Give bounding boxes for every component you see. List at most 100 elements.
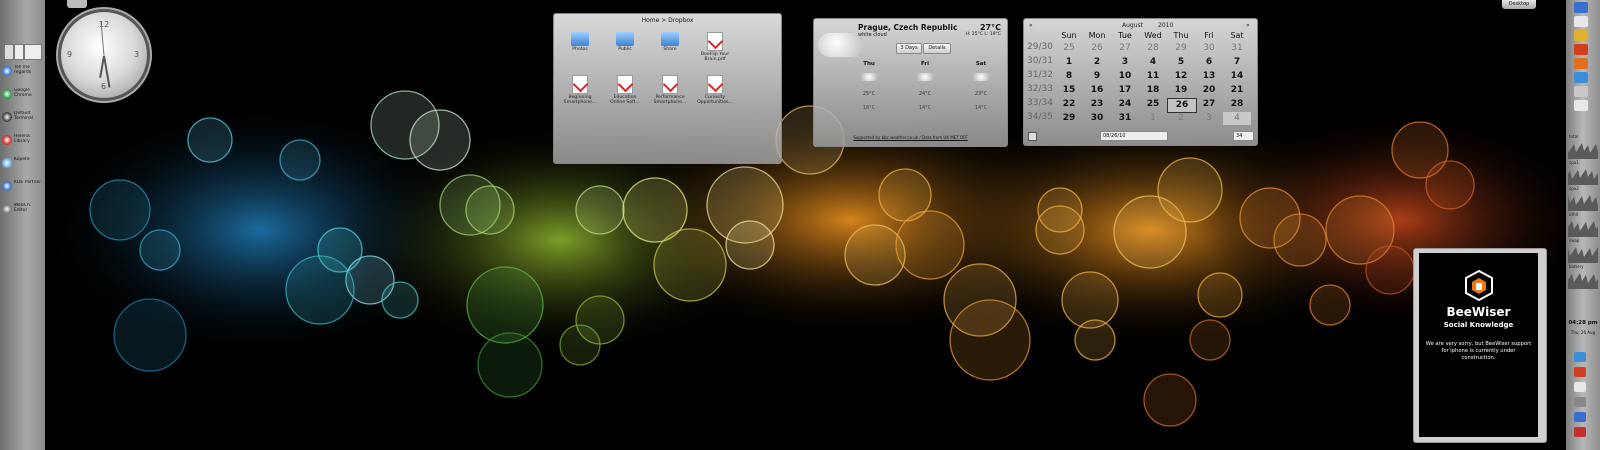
calendar-day[interactable]: 3 xyxy=(1195,112,1223,125)
calendar-week-spinbox[interactable]: 34 xyxy=(1233,131,1254,141)
calendar-day[interactable]: 12 xyxy=(1167,70,1195,83)
calendar-week-number[interactable]: 30/31 xyxy=(1027,56,1053,66)
digital-clock-date[interactable]: Thu, 26 Aug xyxy=(1566,330,1600,335)
calendar-day[interactable]: 18 xyxy=(1139,84,1167,97)
analog-clock-widget[interactable]: 12 3 6 9 xyxy=(61,12,147,98)
folder-item[interactable]: Public xyxy=(607,32,643,52)
calendar-day[interactable]: 6 xyxy=(1195,56,1223,69)
calendar-month[interactable]: August xyxy=(1122,22,1143,29)
power-icon[interactable] xyxy=(1574,427,1586,437)
pager-button-2[interactable] xyxy=(24,44,42,60)
task-item[interactable]: Helena Library xyxy=(2,131,42,149)
calendar-today-icon[interactable] xyxy=(1028,132,1037,141)
calendar-day[interactable]: 28 xyxy=(1139,42,1167,55)
calendar-day[interactable]: 4 xyxy=(1223,112,1251,125)
task-item[interactable]: Google Chrome xyxy=(2,85,42,103)
calendar-year[interactable]: 2010 xyxy=(1158,22,1173,29)
network-icon[interactable] xyxy=(1574,352,1586,362)
calendar-day[interactable]: 15 xyxy=(1055,84,1083,97)
calendar-day[interactable]: 21 xyxy=(1223,84,1251,97)
file-item[interactable]: Beginning Smartphone... xyxy=(562,75,598,105)
calendar-week-number[interactable]: 34/35 xyxy=(1027,112,1053,122)
monitor-graph[interactable] xyxy=(1568,243,1598,263)
calendar-day[interactable]: 29 xyxy=(1055,112,1083,125)
home-icon[interactable] xyxy=(1574,16,1588,27)
calendar-day[interactable]: 27 xyxy=(1111,42,1139,55)
clipboard-icon[interactable] xyxy=(1574,382,1586,392)
calendar-day[interactable]: 1 xyxy=(1055,56,1083,69)
calendar-day[interactable]: 31 xyxy=(1223,42,1251,55)
calendar-prev-button[interactable]: « xyxy=(1029,22,1033,29)
chrome-icon[interactable] xyxy=(1574,72,1588,83)
calendar-day[interactable]: 9 xyxy=(1083,70,1111,83)
file-item[interactable]: BeeFlip Your Brain.pdf xyxy=(697,32,733,62)
terminal-icon[interactable] xyxy=(1574,86,1588,97)
calendar-day[interactable]: 22 xyxy=(1055,98,1083,111)
monitor-graph[interactable] xyxy=(1568,269,1598,289)
calendar-day[interactable]: 31 xyxy=(1111,112,1139,125)
task-item[interactable]: Default Terminal xyxy=(2,108,42,126)
calendar-day[interactable]: 11 xyxy=(1139,70,1167,83)
calendar-day[interactable]: 24 xyxy=(1111,98,1139,111)
calendar-week-number[interactable]: 32/33 xyxy=(1027,84,1053,94)
tab-details[interactable]: Details xyxy=(923,43,951,54)
calendar-day[interactable]: 8 xyxy=(1055,70,1083,83)
calendar-day[interactable]: 2 xyxy=(1167,112,1195,125)
calendar-day[interactable]: 19 xyxy=(1167,84,1195,97)
calendar-date-input[interactable]: 08/26/10 xyxy=(1100,131,1168,141)
calendar-day[interactable]: 1 xyxy=(1139,112,1167,125)
calendar-day[interactable]: 13 xyxy=(1195,70,1223,83)
monitor-graph[interactable] xyxy=(1568,139,1598,159)
calendar-day[interactable]: 3 xyxy=(1111,56,1139,69)
monitor-graph[interactable] xyxy=(1568,191,1598,211)
tab-3-days[interactable]: 3 Days xyxy=(896,43,922,54)
calendar-day[interactable]: 26 xyxy=(1083,42,1111,55)
calendar-day[interactable]: 14 xyxy=(1223,70,1251,83)
panel-toolbox-button[interactable] xyxy=(4,44,14,60)
folder-item[interactable]: Share xyxy=(652,32,688,52)
monitor-graph[interactable] xyxy=(1568,217,1598,237)
task-item[interactable]: WebCh. Editor xyxy=(2,200,42,218)
calendar-day[interactable]: 2 xyxy=(1083,56,1111,69)
folder-item[interactable]: Photos xyxy=(562,32,598,52)
calendar-day[interactable]: 23 xyxy=(1083,98,1111,111)
task-item[interactable]: KDE Partner xyxy=(2,177,42,195)
monitor-graph[interactable] xyxy=(1568,165,1598,185)
task-item[interactable]: Kopete xyxy=(2,154,42,172)
kde-icon[interactable] xyxy=(1574,2,1588,13)
image-icon[interactable] xyxy=(1574,44,1588,55)
calendar-day[interactable]: 5 xyxy=(1167,56,1195,69)
calendar-day[interactable]: 20 xyxy=(1195,84,1223,97)
file-item[interactable]: Education Online Soft... xyxy=(607,75,643,105)
file-item[interactable]: Performance Smartphone... xyxy=(652,75,688,105)
calendar-next-button[interactable]: » xyxy=(1246,22,1250,29)
star-icon[interactable] xyxy=(1574,30,1588,41)
calendar-day[interactable]: 26 xyxy=(1167,98,1197,113)
calendar-day[interactable]: 17 xyxy=(1111,84,1139,97)
calendar-day[interactable]: 30 xyxy=(1195,42,1223,55)
pager-button[interactable] xyxy=(14,44,24,60)
firefox-icon[interactable] xyxy=(1574,58,1588,69)
weather-footer[interactable]: Supported by bbc.weather.co.uk / Data fr… xyxy=(814,135,1007,140)
update-icon[interactable] xyxy=(1574,367,1586,377)
calendar-day[interactable]: 4 xyxy=(1139,56,1167,69)
desktop-button[interactable]: Desktop xyxy=(1502,0,1536,9)
bluetooth-icon[interactable] xyxy=(1574,412,1586,422)
document-icon[interactable] xyxy=(1574,100,1588,111)
folder-breadcrumb[interactable]: Home > Dropbox xyxy=(554,17,781,24)
calendar-day[interactable]: 28 xyxy=(1223,98,1251,111)
calendar-day[interactable]: 30 xyxy=(1083,112,1111,125)
calendar-week-number[interactable]: 33/34 xyxy=(1027,98,1053,108)
volume-icon[interactable] xyxy=(1574,397,1586,407)
calendar-day[interactable]: 7 xyxy=(1223,56,1251,69)
calendar-day[interactable]: 25 xyxy=(1139,98,1167,111)
calendar-week-number[interactable]: 29/30 xyxy=(1027,42,1053,52)
calendar-day[interactable]: 16 xyxy=(1083,84,1111,97)
task-item[interactable]: Tell me regards xyxy=(2,62,42,80)
calendar-day[interactable]: 29 xyxy=(1167,42,1195,55)
calendar-day[interactable]: 25 xyxy=(1055,42,1083,55)
digital-clock-time[interactable]: 04:28 pm xyxy=(1566,320,1600,326)
panel-tab[interactable] xyxy=(67,0,87,8)
calendar-day[interactable]: 10 xyxy=(1111,70,1139,83)
file-item[interactable]: Curiosity Opportunities... xyxy=(697,75,733,105)
